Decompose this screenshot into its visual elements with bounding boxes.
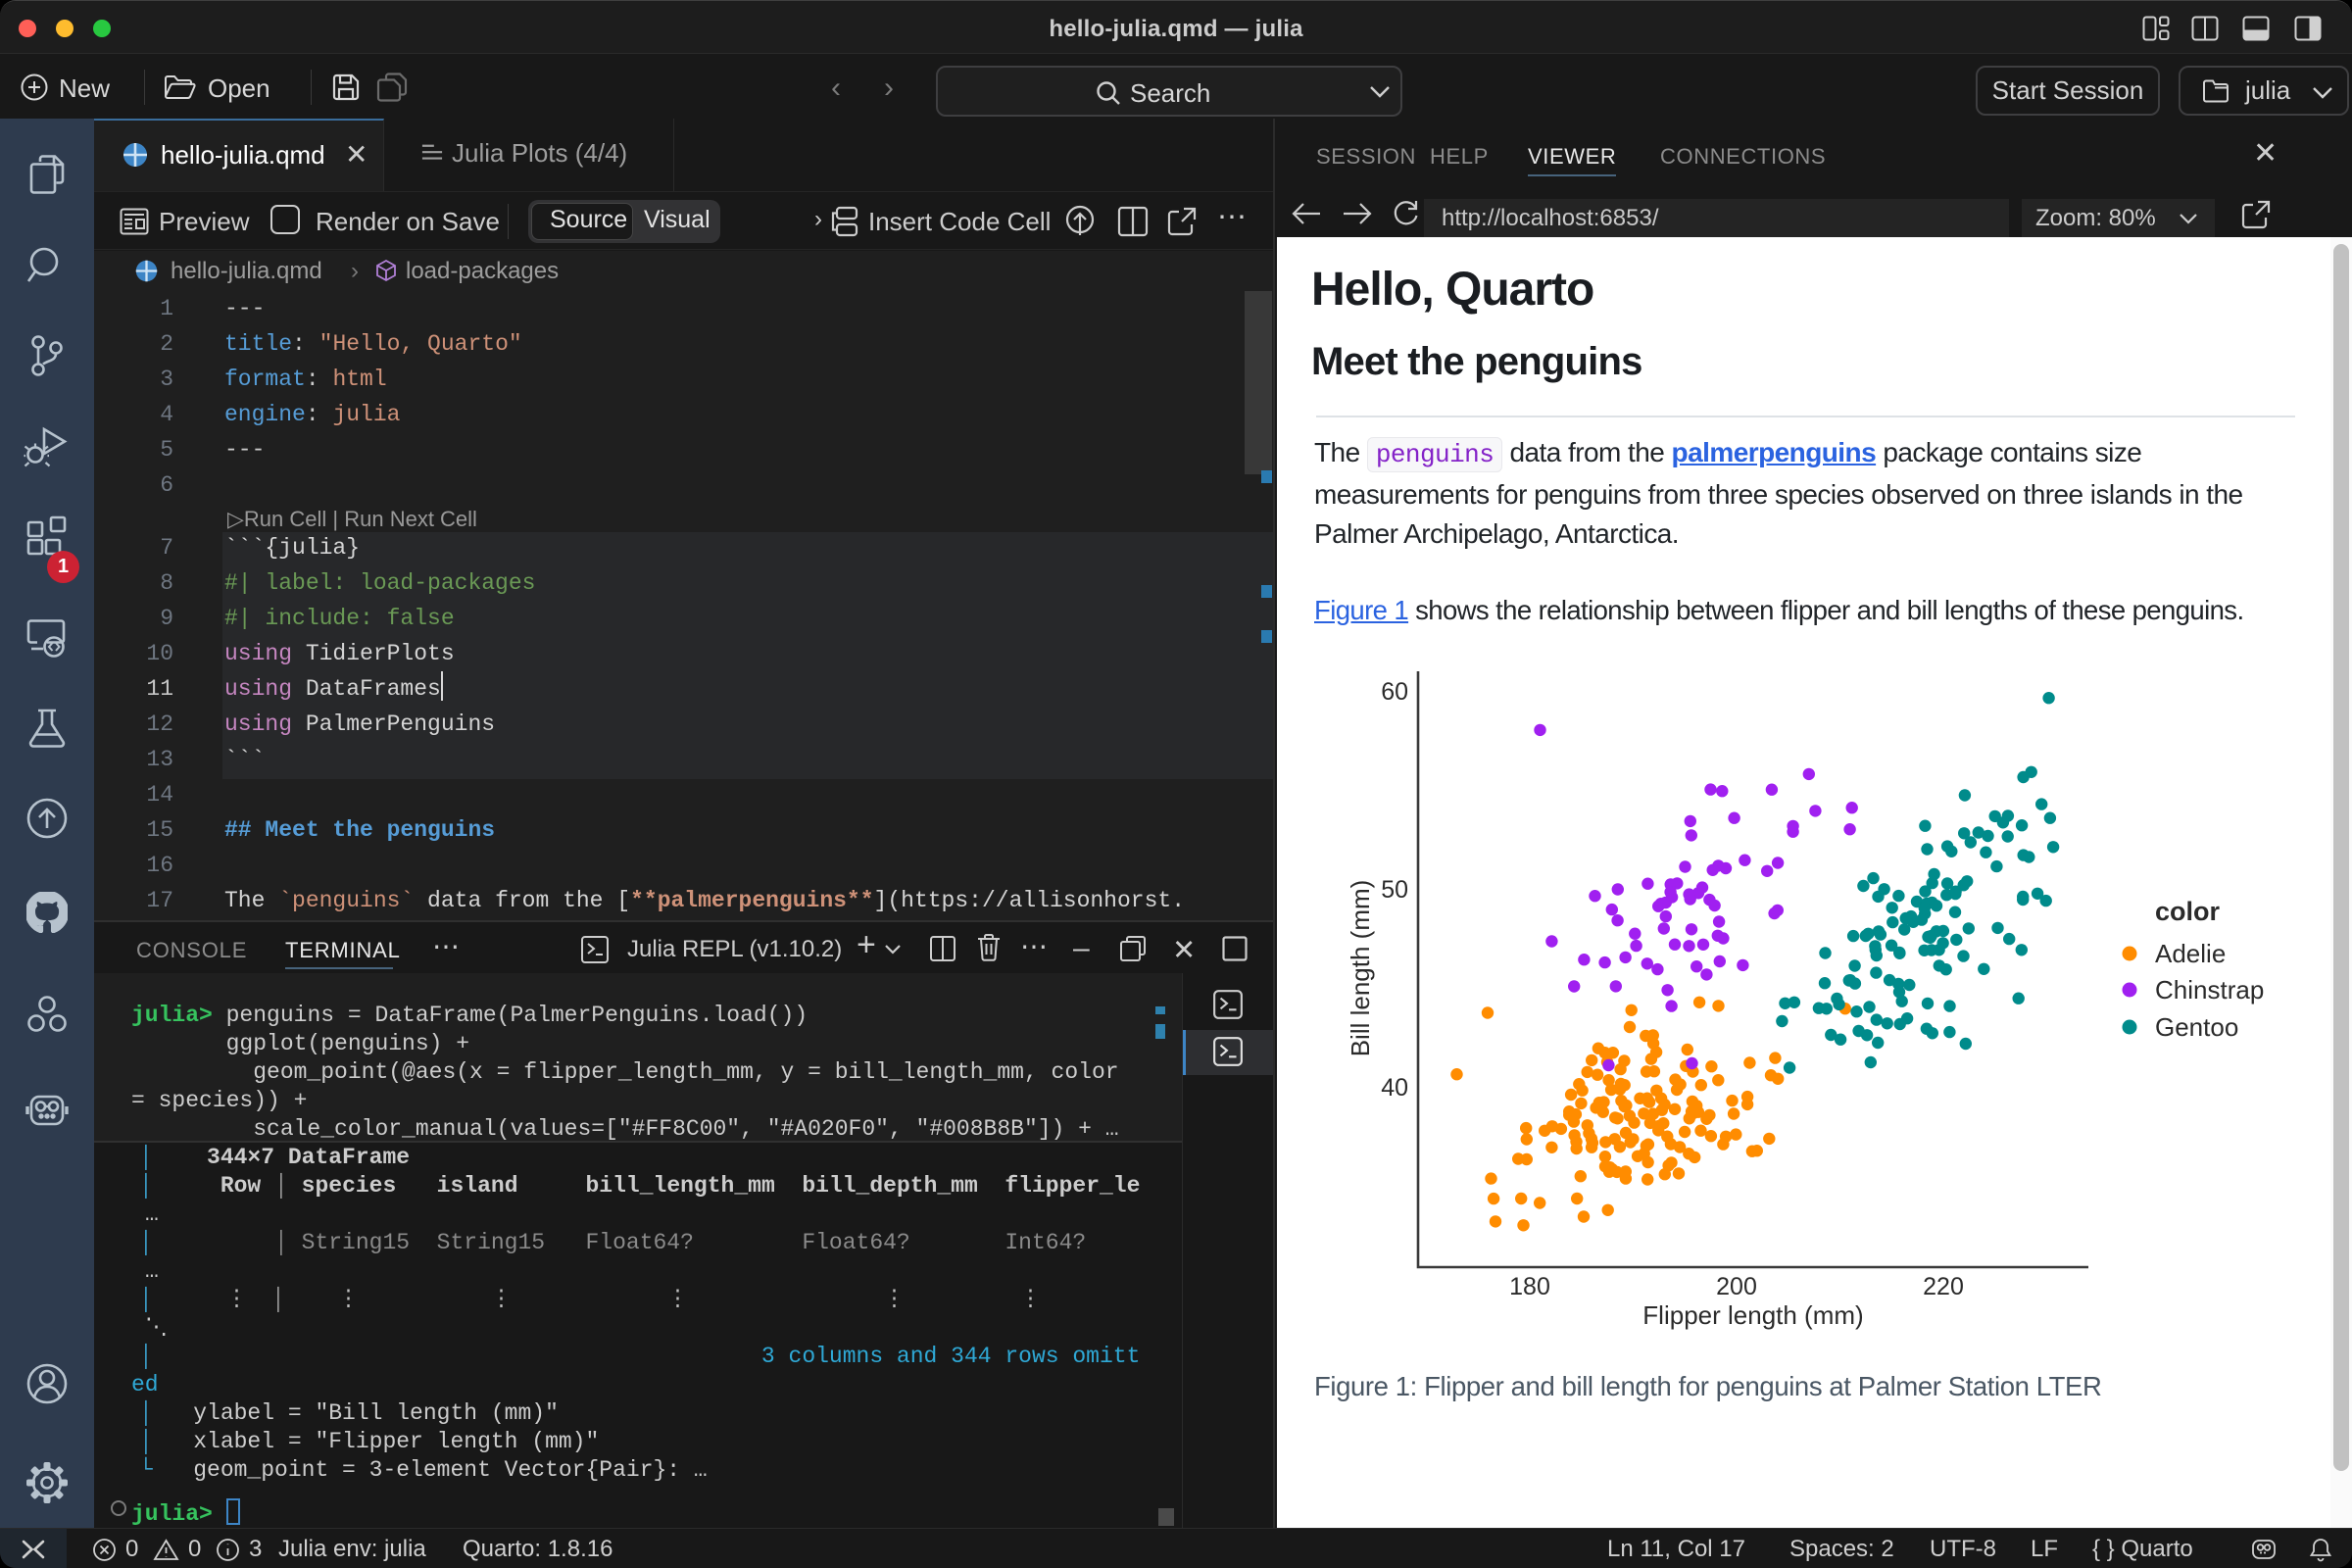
svg-text:Flipper length (mm): Flipper length (mm) — [1642, 1300, 1863, 1330]
svg-text:40: 40 — [1381, 1074, 1408, 1102]
svg-text:50: 50 — [1381, 876, 1408, 904]
svg-text:Bill length (mm): Bill length (mm) — [1346, 880, 1375, 1057]
svg-text:60: 60 — [1381, 678, 1408, 706]
svg-text:180: 180 — [1509, 1273, 1550, 1300]
svg-text:color: color — [2155, 897, 2221, 926]
svg-text:Chinstrap: Chinstrap — [2155, 975, 2264, 1004]
svg-text:Adelie: Adelie — [2155, 939, 2226, 968]
svg-text:Gentoo: Gentoo — [2155, 1012, 2238, 1042]
svg-text:200: 200 — [1716, 1273, 1757, 1300]
svg-text:220: 220 — [1923, 1273, 1964, 1300]
